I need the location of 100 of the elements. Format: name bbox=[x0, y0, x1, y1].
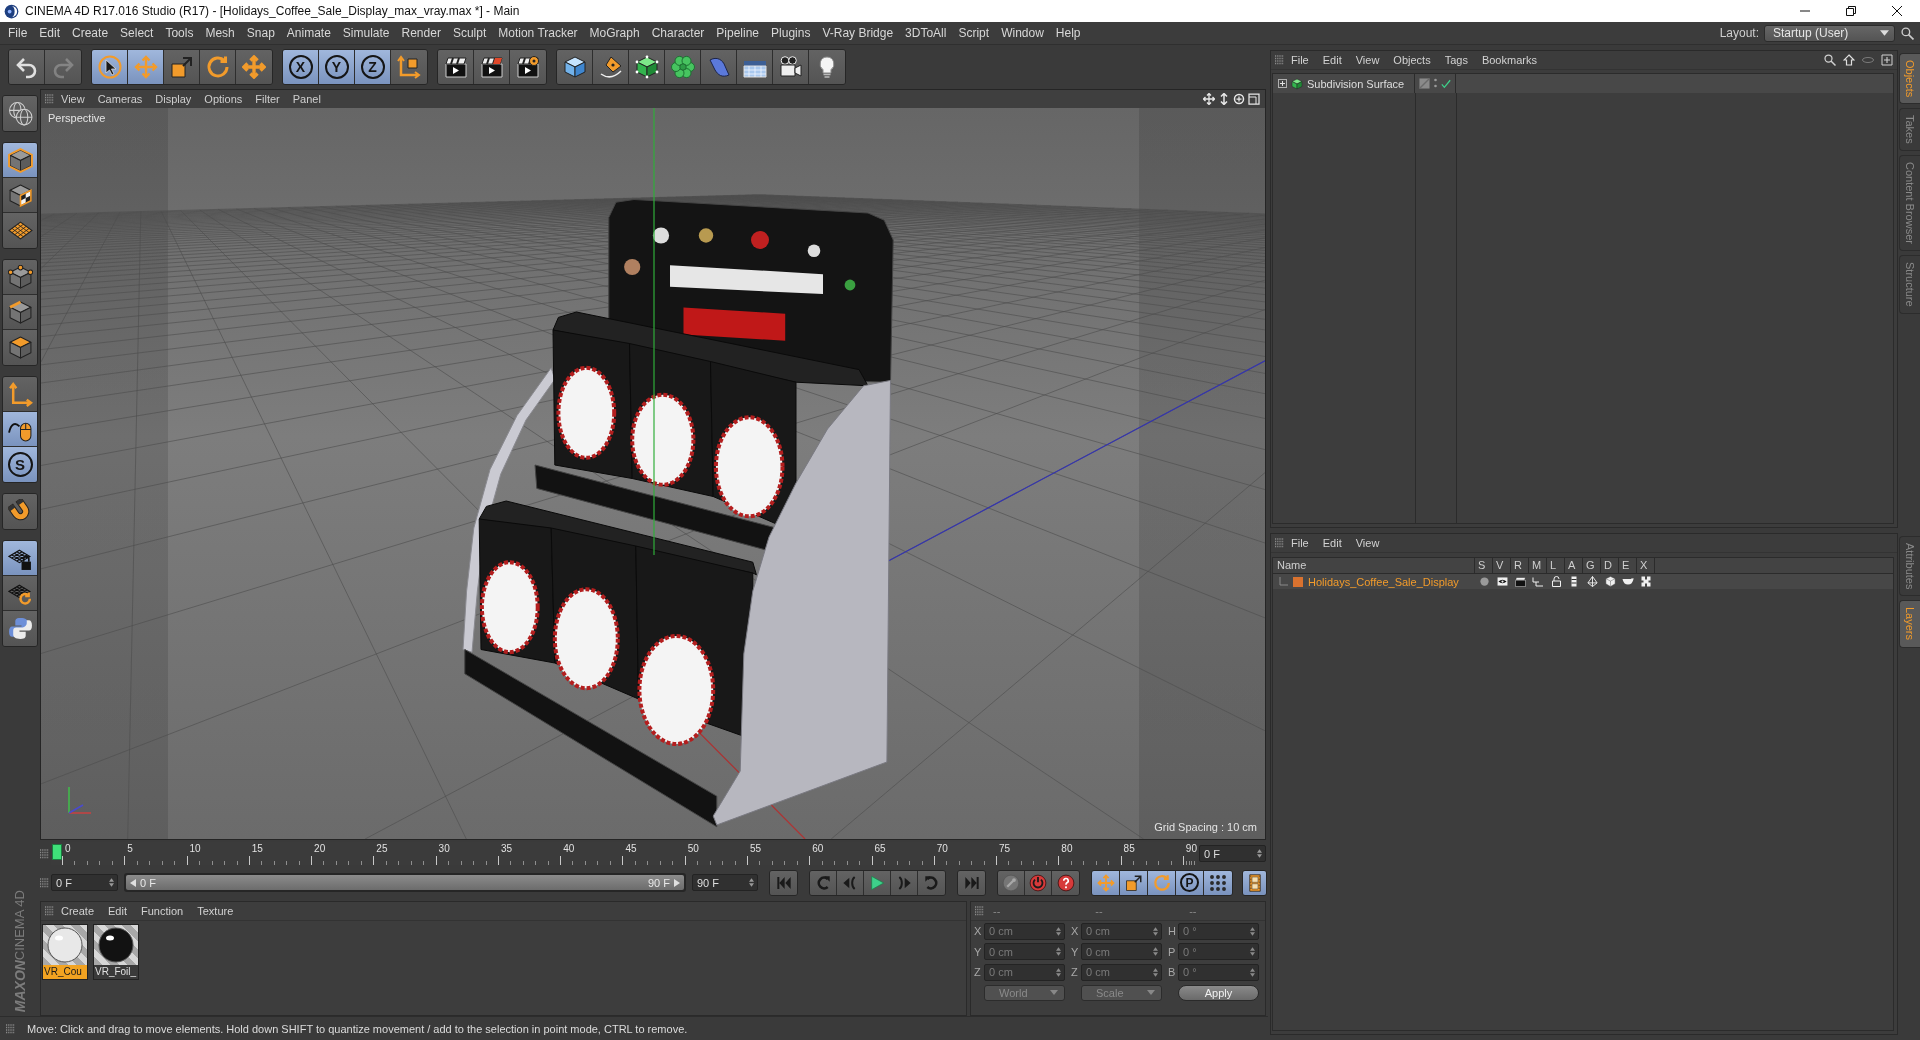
cloner-button[interactable] bbox=[665, 50, 701, 84]
new-panel-button[interactable] bbox=[1881, 54, 1893, 66]
polygons-mode-button[interactable] bbox=[3, 330, 37, 365]
playhead-marker[interactable] bbox=[52, 844, 62, 860]
record-button[interactable] bbox=[1025, 870, 1052, 895]
menu-item[interactable]: Tools bbox=[159, 22, 200, 44]
layer-menu-item[interactable]: File bbox=[1284, 534, 1316, 552]
menu-item[interactable]: Help bbox=[1049, 22, 1087, 44]
render-settings-button[interactable] bbox=[510, 50, 546, 84]
viewport-menu-item[interactable]: Panel bbox=[286, 90, 327, 108]
play-button[interactable] bbox=[864, 870, 891, 895]
autokey-button[interactable] bbox=[1052, 870, 1079, 895]
view-orbit-button[interactable] bbox=[1233, 93, 1245, 105]
frame-field[interactable]: 90 F bbox=[692, 874, 758, 891]
camera-button[interactable] bbox=[773, 50, 809, 84]
workplane-align-button[interactable] bbox=[3, 576, 37, 611]
material-swatch[interactable]: VR_Cou bbox=[42, 924, 88, 980]
viewport-menu-item[interactable]: Cameras bbox=[91, 90, 149, 108]
menu-item[interactable]: Pipeline bbox=[710, 22, 766, 44]
object-menu-item[interactable]: Objects bbox=[1386, 51, 1438, 69]
search-button[interactable] bbox=[1901, 26, 1914, 40]
menu-item[interactable]: Plugins bbox=[765, 22, 817, 44]
menu-item[interactable]: Simulate bbox=[336, 22, 396, 44]
go-to-start-button[interactable] bbox=[770, 870, 797, 895]
frame-field[interactable]: 0 F bbox=[51, 874, 118, 891]
view-pan-button[interactable] bbox=[1203, 93, 1215, 105]
object-menu-item[interactable]: View bbox=[1348, 51, 1387, 69]
layer-name[interactable]: Holidays_Coffee_Sale_Display bbox=[1308, 575, 1459, 588]
axis-toggle-button[interactable]: Z bbox=[355, 50, 391, 84]
menu-item[interactable]: Sculpt bbox=[446, 22, 493, 44]
object-name[interactable]: Subdivision Surface bbox=[1307, 77, 1405, 90]
view-zoom-button[interactable] bbox=[1218, 93, 1230, 105]
layer-menu-item[interactable]: View bbox=[1348, 534, 1387, 552]
menu-item[interactable]: 3DToAll bbox=[899, 22, 953, 44]
edges-mode-button[interactable] bbox=[3, 295, 37, 330]
axis-toggle-button[interactable]: Y bbox=[319, 50, 355, 84]
menu-item[interactable]: Snap bbox=[240, 22, 281, 44]
menu-item[interactable]: Character bbox=[645, 22, 711, 44]
search-button[interactable] bbox=[1824, 54, 1836, 66]
workplane-mode-button[interactable] bbox=[3, 213, 37, 248]
timeline-ruler[interactable]: 0 5 10 15 20 25 30 35 40 45 50 55 60 65 70 75 80 85 90 bbox=[51, 842, 1197, 865]
menu-item[interactable]: Animate bbox=[280, 22, 337, 44]
move-tool-button[interactable] bbox=[128, 50, 164, 84]
object-menu-item[interactable]: File bbox=[1284, 51, 1316, 69]
tweak-mode-button[interactable] bbox=[3, 412, 37, 447]
apply-button[interactable]: Apply bbox=[1178, 984, 1259, 1001]
material-menu-item[interactable]: Create bbox=[54, 902, 102, 920]
point-key-button[interactable] bbox=[1204, 870, 1232, 895]
parameter-key-button[interactable]: P bbox=[1176, 870, 1204, 895]
layer-row[interactable]: Holidays_Coffee_Sale_Display bbox=[1273, 574, 1893, 589]
expand-icon[interactable] bbox=[1278, 79, 1287, 88]
floor-button[interactable] bbox=[737, 50, 773, 84]
object-row[interactable]: Subdivision Surface bbox=[1273, 74, 1893, 93]
menu-item[interactable]: V-Ray Bridge bbox=[816, 22, 900, 44]
coordinate-system-button[interactable] bbox=[391, 50, 427, 84]
viewport-menu-item[interactable]: Options bbox=[198, 90, 249, 108]
render-button[interactable] bbox=[474, 50, 510, 84]
scale-key-button[interactable] bbox=[1120, 870, 1148, 895]
material-swatch[interactable]: VR_Foil_ bbox=[93, 924, 139, 980]
menu-item[interactable]: Mesh bbox=[199, 22, 241, 44]
subdivision-button[interactable] bbox=[629, 50, 665, 84]
frame-field[interactable]: 0 F bbox=[1199, 845, 1266, 862]
rotate-tool-button[interactable] bbox=[200, 50, 236, 84]
material-menu-item[interactable]: Function bbox=[134, 902, 191, 920]
menu-item[interactable]: Create bbox=[66, 22, 115, 44]
menu-item[interactable]: Motion Tracker bbox=[492, 22, 584, 44]
scale-tool-button[interactable] bbox=[164, 50, 200, 84]
snap-button[interactable]: S bbox=[3, 447, 37, 482]
object-menu-item[interactable]: Tags bbox=[1437, 51, 1475, 69]
model-mode-button[interactable] bbox=[3, 143, 37, 178]
points-mode-button[interactable] bbox=[3, 260, 37, 295]
material-menu-item[interactable]: Edit bbox=[101, 902, 134, 920]
object-menu-item[interactable]: Edit bbox=[1315, 51, 1349, 69]
object-menu-item[interactable]: Bookmarks bbox=[1474, 51, 1544, 69]
menu-item[interactable]: Edit bbox=[33, 22, 67, 44]
viewport-canvas[interactable]: Perspective Grid Spacing : 10 cm bbox=[41, 108, 1265, 839]
deformer-button[interactable] bbox=[701, 50, 737, 84]
render-view-button[interactable] bbox=[438, 50, 474, 84]
texture-mode-button[interactable] bbox=[3, 178, 37, 213]
menu-item[interactable]: Render bbox=[395, 22, 447, 44]
transform-tool-button[interactable] bbox=[236, 50, 272, 84]
rotate-key-button[interactable] bbox=[1148, 870, 1176, 895]
select-tool-button[interactable] bbox=[92, 50, 128, 84]
undo-button[interactable] bbox=[9, 50, 45, 84]
keyframe-button[interactable] bbox=[998, 870, 1025, 895]
cube-button[interactable] bbox=[557, 50, 593, 84]
magnet-button[interactable] bbox=[3, 494, 37, 529]
layer-menu-item[interactable]: Edit bbox=[1315, 534, 1349, 552]
menu-item[interactable]: Window bbox=[995, 22, 1050, 44]
view-maximize-button[interactable] bbox=[1248, 93, 1260, 105]
frame-range-bar[interactable]: 0 F 90 F bbox=[126, 875, 684, 890]
light-button[interactable] bbox=[809, 50, 845, 84]
layout-dropdown[interactable]: Startup (User) bbox=[1764, 24, 1895, 42]
viewport-menu-item[interactable]: View bbox=[55, 90, 91, 108]
menu-item[interactable]: File bbox=[2, 22, 34, 44]
axis-toggle-button[interactable]: X bbox=[283, 50, 319, 84]
timeline-button[interactable] bbox=[1243, 870, 1266, 895]
go-to-end-button[interactable] bbox=[958, 870, 985, 895]
next-key-button[interactable] bbox=[918, 870, 945, 895]
viewport-menu-item[interactable]: Filter bbox=[249, 90, 286, 108]
